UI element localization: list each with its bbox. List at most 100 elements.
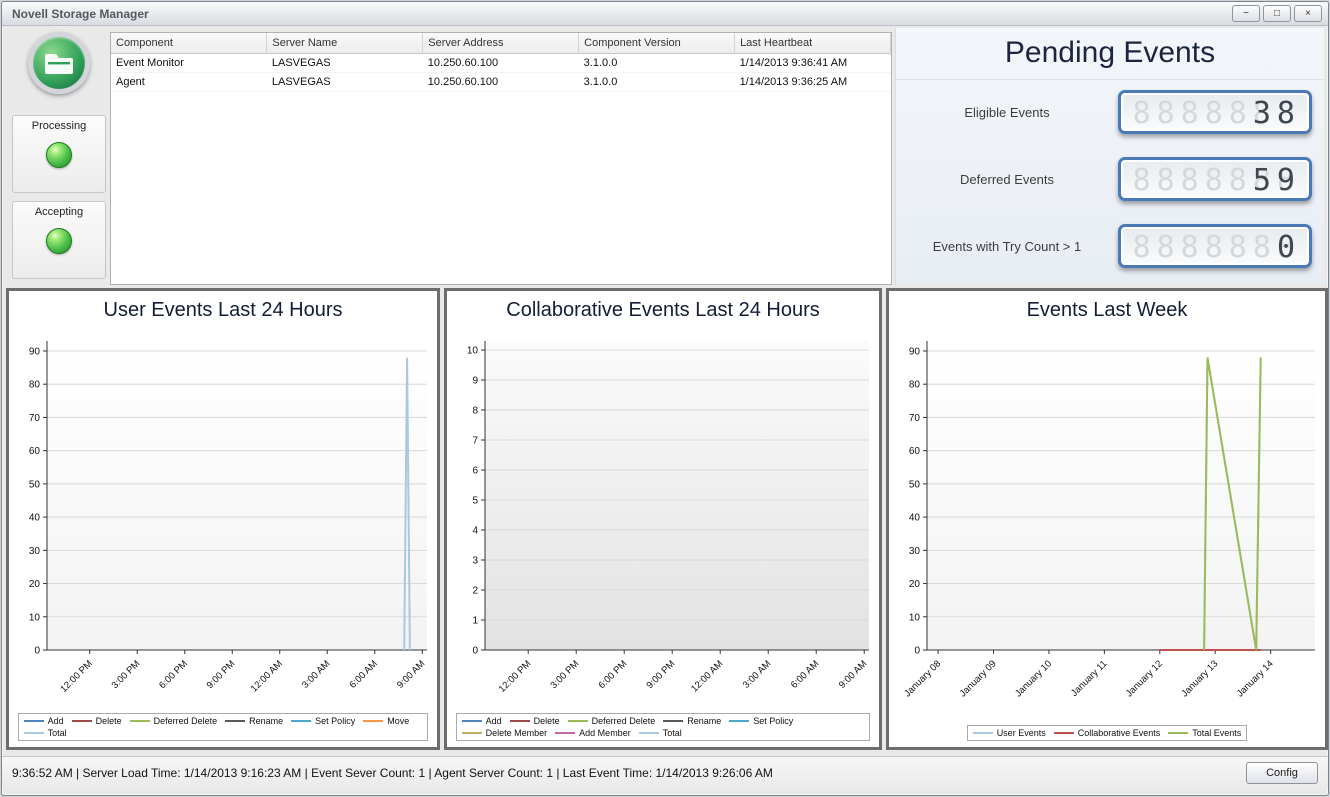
column-header[interactable]: Last Heartbeat [735,33,891,53]
legend-line-icon [291,720,311,722]
counter-row: Deferred Events 8888888 59 [902,157,1312,201]
svg-text:80: 80 [29,380,41,391]
maximize-button[interactable]: □ [1263,5,1291,22]
storage-manager-icon [28,32,90,94]
pending-events-panel: Pending Events Eligible Events 8888888 3… [895,28,1324,285]
table-row[interactable]: Event MonitorLASVEGAS10.250.60.1003.1.0.… [111,53,891,72]
legend-line-icon [363,720,383,722]
table-cell: 3.1.0.0 [579,72,735,91]
svg-text:January 13: January 13 [1179,658,1220,699]
legend-label: Total [48,728,67,738]
status-text: 9:36:52 AM | Server Load Time: 1/14/2013… [12,766,773,780]
window-controls: − □ × [1232,5,1322,22]
svg-text:9: 9 [472,376,478,387]
legend-item: User Events [973,728,1046,738]
processing-status-led-icon [46,142,72,168]
table-cell: 1/14/2013 9:36:25 AM [735,72,891,91]
user-events-chart: 010203040506070809012:00 PM3:00 PM6:00 P… [9,327,437,699]
svg-text:3:00 AM: 3:00 AM [300,658,332,690]
legend-item: Delete Member [462,728,548,738]
titlebar[interactable]: Novell Storage Manager − □ × [2,2,1328,26]
legend-item: Rename [663,716,721,726]
window-title: Novell Storage Manager [8,7,149,21]
table-cell: 10.250.60.100 [423,72,579,91]
svg-text:9:00 AM: 9:00 AM [837,658,869,690]
legend-item: Set Policy [291,716,355,726]
legend-label: Add [486,716,502,726]
legend-label: Delete Member [486,728,548,738]
svg-text:90: 90 [909,346,921,357]
svg-text:70: 70 [29,413,41,424]
svg-text:12:00 PM: 12:00 PM [497,658,534,695]
svg-text:January 14: January 14 [1235,658,1276,699]
try-count-lcd-display: 8888888 0 [1118,224,1312,268]
minimize-button[interactable]: − [1232,5,1260,22]
chart-legend: AddDeleteDeferred DeleteRenameSet Policy… [18,713,429,741]
svg-text:12:00 AM: 12:00 AM [689,658,725,694]
svg-text:10: 10 [467,346,479,357]
chart-title: Collaborative Events Last 24 Hours [447,291,879,327]
legend-item: Rename [225,716,283,726]
legend-label: Deferred Delete [154,716,218,726]
chart-title: User Events Last 24 Hours [9,291,437,327]
svg-text:40: 40 [909,513,921,524]
table-cell: LASVEGAS [267,72,423,91]
engine-status-panel: Processing Accepting [10,30,108,284]
events-last-week-chart: 0102030405060708090January 08January 09J… [889,327,1325,699]
legend-item: Add Member [555,728,631,738]
svg-text:3:00 AM: 3:00 AM [741,658,773,690]
column-header[interactable]: Server Address [423,33,579,53]
table-cell: 10.250.60.100 [423,53,579,72]
legend-line-icon [1168,732,1188,734]
lcd-value: 0 [1277,230,1301,265]
legend-line-icon [130,720,150,722]
legend-line-icon [24,720,44,722]
legend-label: Delete [534,716,560,726]
processing-group: Processing [12,115,106,193]
config-button[interactable]: Config [1246,762,1318,784]
events-last-week-chart-panel: Events Last Week 0102030405060708090Janu… [886,288,1328,750]
table-row[interactable]: AgentLASVEGAS10.250.60.1003.1.0.01/14/20… [111,72,891,91]
table-header-row: ComponentServer NameServer AddressCompon… [111,33,891,53]
legend-item: Deferred Delete [130,716,218,726]
legend-item: Deferred Delete [568,716,656,726]
svg-text:6:00 PM: 6:00 PM [157,658,190,691]
legend-line-icon [510,720,530,722]
legend-line-icon [24,732,44,734]
legend-label: Rename [687,716,721,726]
legend-line-icon [462,720,482,722]
column-header[interactable]: Component [111,33,267,53]
svg-text:8: 8 [472,406,478,417]
column-header[interactable]: Component Version [579,33,735,53]
svg-text:9:00 AM: 9:00 AM [395,658,427,690]
svg-text:30: 30 [29,546,41,557]
eligible-events-lcd-display: 8888888 38 [1118,90,1312,134]
app-window: Novell Storage Manager − □ × Processing … [1,1,1329,796]
lcd-value: 59 [1253,163,1301,198]
legend-line-icon [462,732,482,734]
table-cell: Event Monitor [111,53,267,72]
svg-text:4: 4 [472,526,478,537]
table-cell: LASVEGAS [267,53,423,72]
legend-line-icon [568,720,588,722]
legend-item: Add [462,716,502,726]
svg-text:1: 1 [472,616,478,627]
legend-item: Delete [72,716,122,726]
legend-line-icon [225,720,245,722]
accepting-group: Accepting [12,201,106,279]
counter-label: Eligible Events [902,105,1112,120]
legend-label: Collaborative Events [1078,728,1161,738]
svg-text:6: 6 [472,466,478,477]
legend-line-icon [72,720,92,722]
accepting-status-led-icon [46,228,72,254]
column-header[interactable]: Server Name [267,33,423,53]
close-button[interactable]: × [1294,5,1322,22]
svg-text:2: 2 [472,586,478,597]
svg-text:90: 90 [29,346,41,357]
legend-line-icon [1054,732,1074,734]
svg-text:40: 40 [29,513,41,524]
maximize-icon: □ [1274,8,1280,19]
svg-text:12:00 PM: 12:00 PM [58,658,95,695]
collaborative-events-chart-panel: Collaborative Events Last 24 Hours 01234… [444,288,882,750]
table-cell: 3.1.0.0 [579,53,735,72]
